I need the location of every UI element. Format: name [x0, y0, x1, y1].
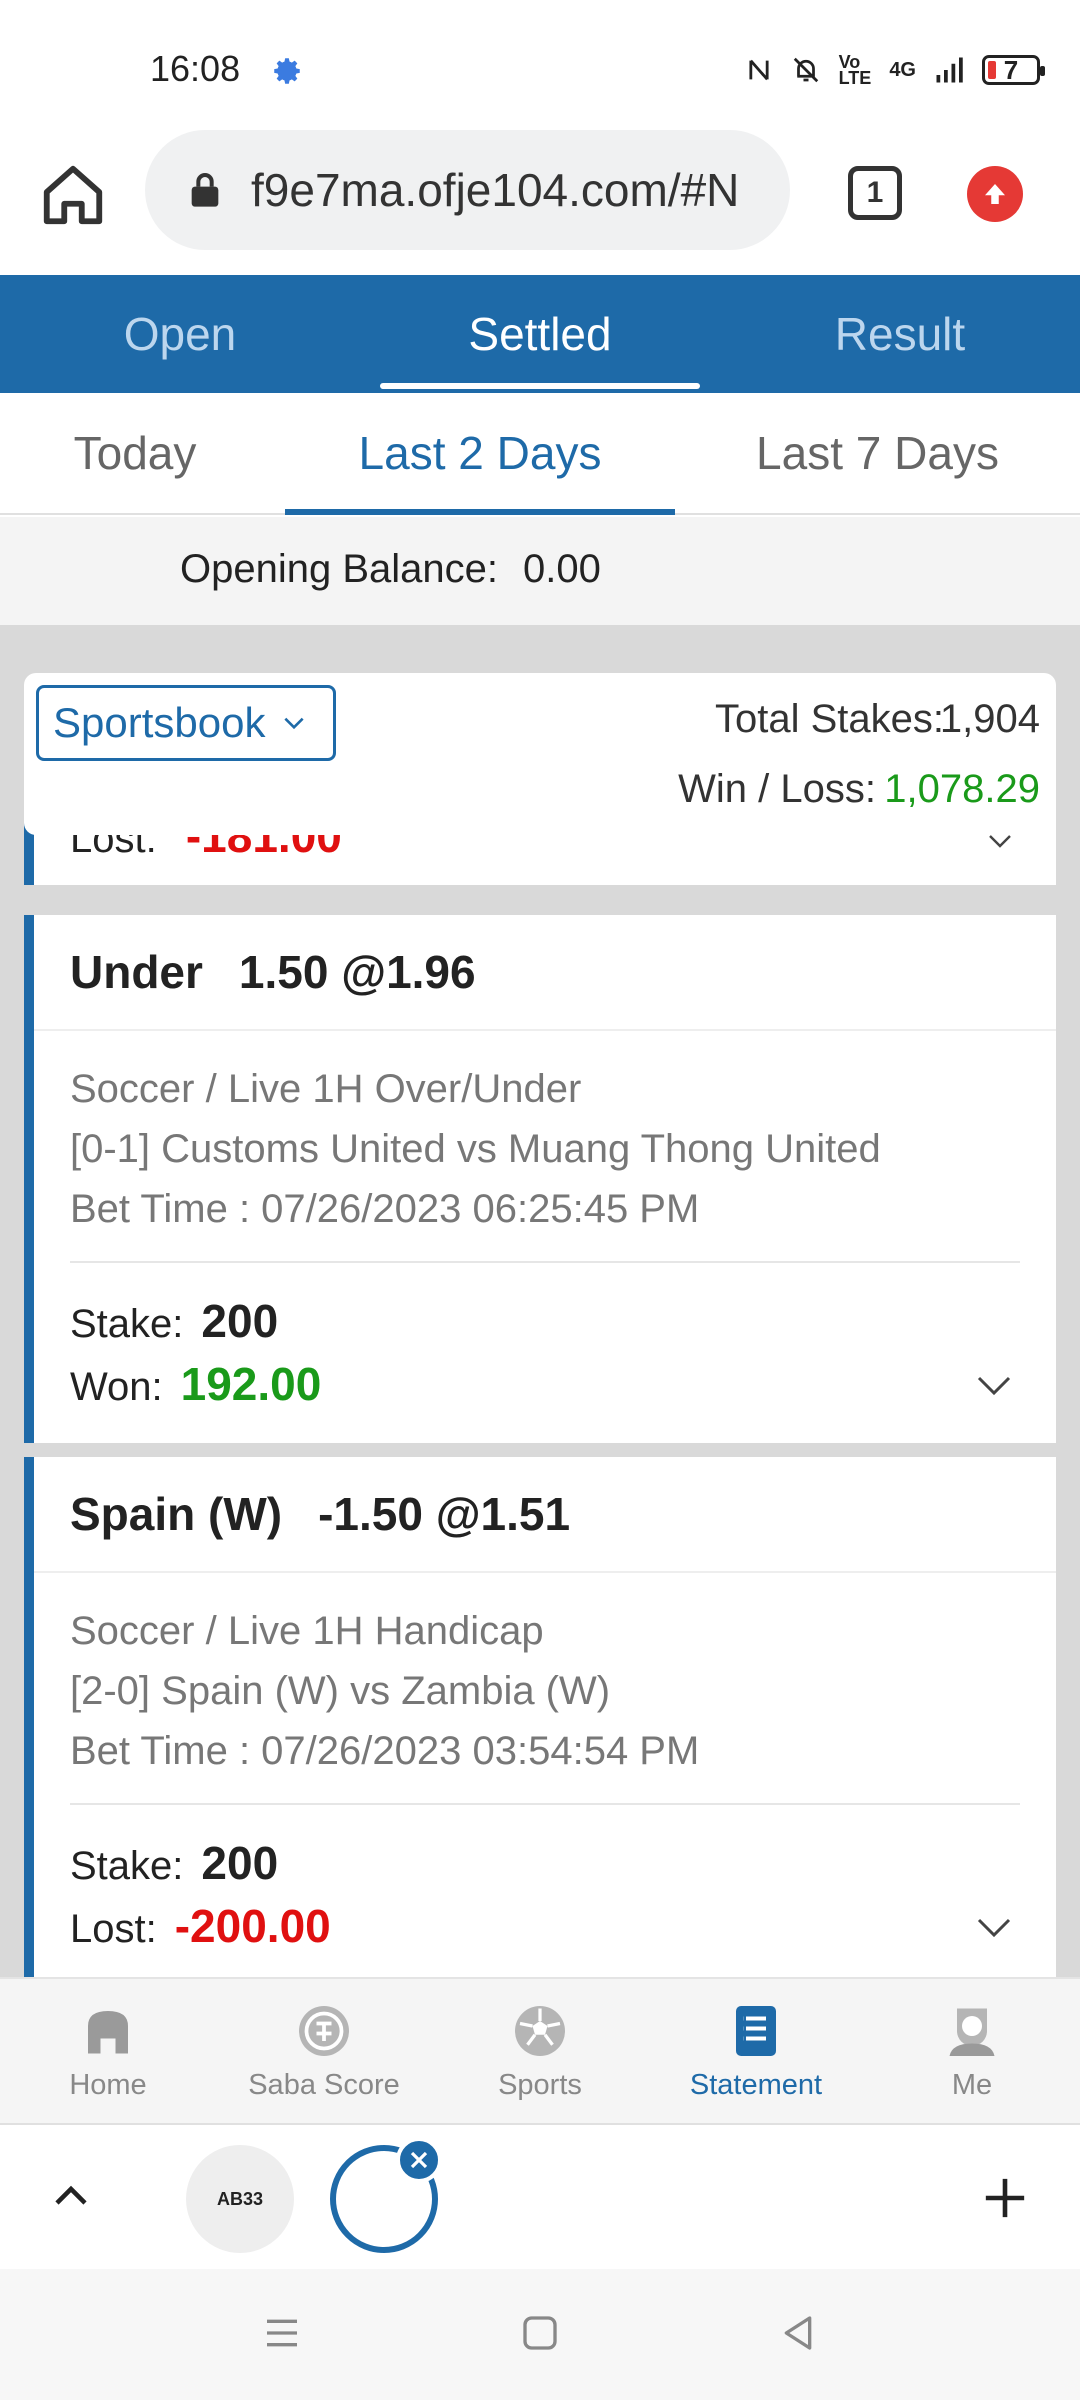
status-time: 16:08: [150, 48, 241, 89]
tab-result[interactable]: Result: [720, 275, 1080, 393]
result-label: Lost:: [70, 1907, 157, 1951]
plus-icon[interactable]: [982, 2175, 1028, 2221]
win-loss-value: 1,078.29: [884, 767, 1040, 811]
signal-icon: [936, 57, 963, 83]
system-navigation-bar: [0, 2269, 1080, 2400]
bottom-navigation: Home Saba Score Sports Statement Me: [0, 1977, 1080, 2123]
browser-toolbar: AB33: [0, 2123, 1080, 2269]
bet-time: Bet Time : 07/26/2023 03:54:54 PM: [70, 1729, 700, 1773]
battery-level: 7: [1003, 54, 1019, 85]
user-avatar-icon: [949, 2008, 995, 2056]
chevron-down-icon: [284, 717, 305, 730]
total-stakes-label: Total Stakes:: [714, 697, 944, 741]
result-label: Won:: [70, 1365, 163, 1409]
tab-settled[interactable]: Settled: [360, 275, 720, 393]
arrow-up-icon: [985, 184, 1005, 204]
volte-icon: Vo LTE: [838, 52, 872, 88]
bet-match: [0-1] Customs United vs Muang Thong Unit…: [70, 1127, 881, 1171]
bet-selection: Under 1.50 @1.96: [34, 915, 1056, 1031]
nav-me[interactable]: Me: [864, 1979, 1080, 2123]
close-icon[interactable]: [396, 2137, 442, 2183]
tab-switcher-button[interactable]: 1: [848, 166, 902, 220]
home-icon[interactable]: [38, 160, 108, 230]
bet-list: Sportsbook Total Stakes: 1,904 Win / Los…: [0, 625, 1080, 1977]
win-loss-label: Win / Loss:: [678, 767, 876, 811]
nav-sports-label: Sports: [498, 2069, 582, 2101]
menu-icon[interactable]: [262, 2313, 302, 2353]
selection-name: Spain (W): [70, 1488, 283, 1540]
bet-match: [2-0] Spain (W) vs Zambia (W): [70, 1669, 611, 1713]
chevron-up-icon[interactable]: [50, 2175, 92, 2217]
bet-card: Under 1.50 @1.96 Soccer / Live 1H Over/U…: [24, 915, 1056, 1443]
settings-icon: [274, 58, 300, 84]
chevron-down-icon[interactable]: [988, 833, 1012, 849]
summary-panel: Sportsbook Total Stakes: 1,904 Win / Los…: [24, 673, 1056, 835]
date-range-tabs: Today Last 2 Days Last 7 Days: [0, 393, 1080, 515]
stake-label: Stake:: [70, 1302, 184, 1346]
tab-today[interactable]: Today: [0, 393, 270, 513]
stake-value: 200: [201, 1295, 279, 1347]
selection-line: -1.50 @1.51: [318, 1488, 571, 1540]
nav-saba-score[interactable]: Saba Score: [216, 1979, 432, 2123]
nav-statement-label: Statement: [689, 2069, 823, 2101]
statement-icon: [736, 2006, 776, 2056]
back-icon[interactable]: [778, 2313, 818, 2353]
stake-label: Stake:: [70, 1844, 184, 1888]
nav-home[interactable]: Home: [0, 1979, 216, 2123]
home-icon: [88, 2011, 128, 2054]
tab-last-7-days[interactable]: Last 7 Days: [675, 393, 1080, 513]
selection-line: 1.50 @1.96: [238, 946, 476, 998]
total-stakes-value: 1,904: [939, 697, 1040, 741]
battery-icon: 7: [982, 54, 1045, 85]
selection-name: Under: [70, 946, 203, 998]
opening-balance-value: 0.00: [523, 547, 601, 591]
tab-last-2-days[interactable]: Last 2 Days: [285, 393, 675, 515]
bet-selection: Spain (W) -1.50 @1.51: [34, 1457, 1056, 1573]
tab-open[interactable]: Open: [0, 275, 360, 393]
status-bar: 16:08 Vo LTE 4G 7: [0, 0, 1080, 130]
url-field[interactable]: f9e7ma.ofje104.com/#N: [145, 130, 790, 250]
update-button[interactable]: [967, 166, 1023, 222]
opening-balance: Opening Balance: 0.00: [0, 517, 1080, 625]
bet-market: Soccer / Live 1H Over/Under: [70, 1067, 582, 1111]
chevron-down-icon[interactable]: [976, 1375, 1012, 1397]
network-type: 4G: [889, 58, 916, 81]
lock-icon: [191, 173, 219, 207]
app-badge-label: AB33: [216, 2188, 264, 2209]
bell-muted-icon: [793, 57, 818, 83]
nav-sports[interactable]: Sports: [432, 1979, 648, 2123]
bet-card: Spain (W) -1.50 @1.51 Soccer / Live 1H H…: [24, 1457, 1056, 1977]
bet-market: Soccer / Live 1H Handicap: [70, 1609, 544, 1653]
nav-me-label: Me: [951, 2069, 993, 2101]
nfc-icon: [749, 59, 769, 81]
chevron-down-icon[interactable]: [976, 1917, 1012, 1939]
bet-time: Bet Time : 07/26/2023 06:25:45 PM: [70, 1187, 700, 1231]
url-text: f9e7ma.ofje104.com/#N: [251, 164, 740, 216]
browser-address-bar: f9e7ma.ofje104.com/#N 1: [0, 130, 1080, 275]
app-shortcut-ab33[interactable]: AB33: [186, 2145, 294, 2253]
result-value: -200.00: [174, 1900, 331, 1952]
nav-statement[interactable]: Statement: [648, 1979, 864, 2123]
stake-value: 200: [201, 1837, 279, 1889]
home-square-icon[interactable]: [520, 2313, 560, 2353]
opening-balance-label: Opening Balance:: [180, 547, 499, 591]
soccer-ball-icon: [515, 2006, 565, 2056]
nav-saba-score-label: Saba Score: [248, 2069, 400, 2101]
tab-count: 1: [866, 176, 884, 209]
sportsbook-dropdown[interactable]: Sportsbook: [36, 685, 336, 761]
result-value: 192.00: [180, 1358, 322, 1410]
nav-home-label: Home: [69, 2069, 147, 2101]
sportsbook-dropdown-label: Sportsbook: [53, 699, 266, 746]
main-tabs: Open Settled Result: [0, 275, 1080, 393]
saba-score-icon: [299, 2006, 349, 2056]
